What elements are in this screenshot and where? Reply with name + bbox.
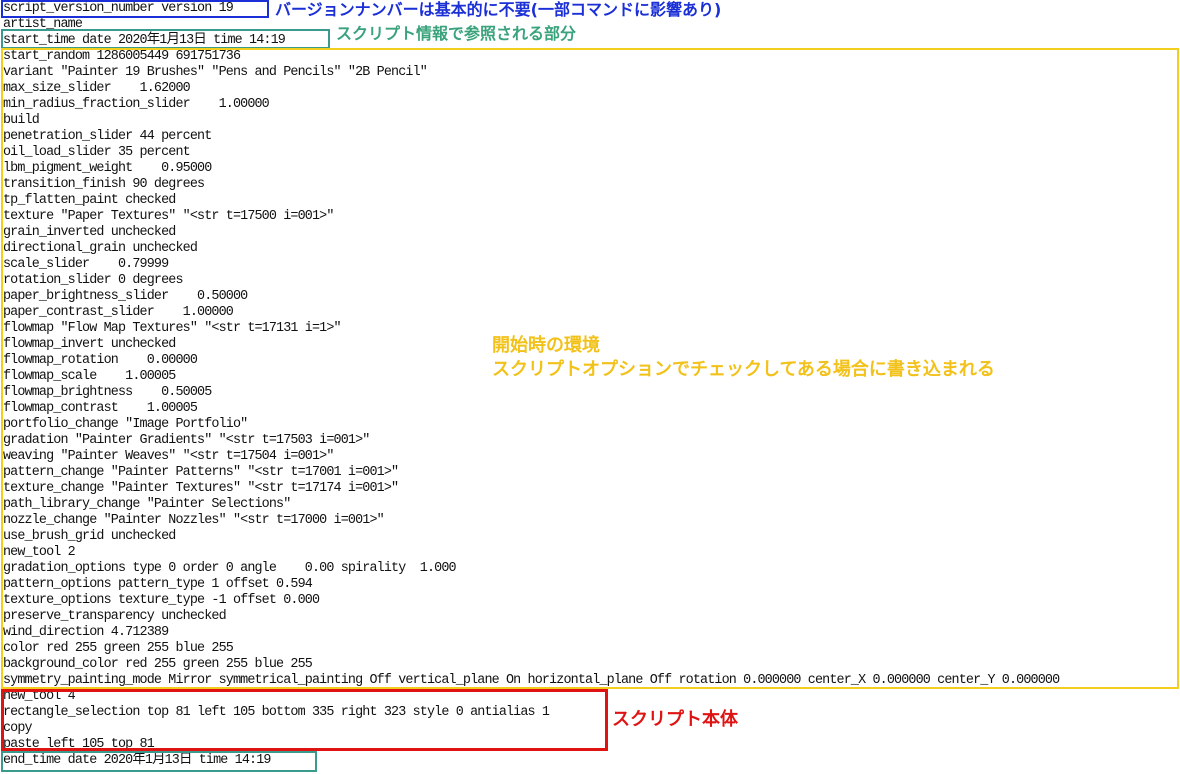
script-body-box [1, 689, 608, 751]
script-body-note: スクリプト本体 [612, 709, 738, 730]
environment-note-detail: スクリプトオプションでチェックしてある場合に書き込まれる [492, 359, 995, 380]
version-note: バージョンナンバーは基本的に不要(一部コマンドに影響あり) [275, 0, 722, 19]
version-box [1, 0, 269, 18]
environment-note-title: 開始時の環境 [492, 335, 600, 356]
info-box [1, 29, 330, 49]
info-note: スクリプト情報で参照される部分 [336, 24, 577, 43]
end-time-box [1, 751, 317, 772]
